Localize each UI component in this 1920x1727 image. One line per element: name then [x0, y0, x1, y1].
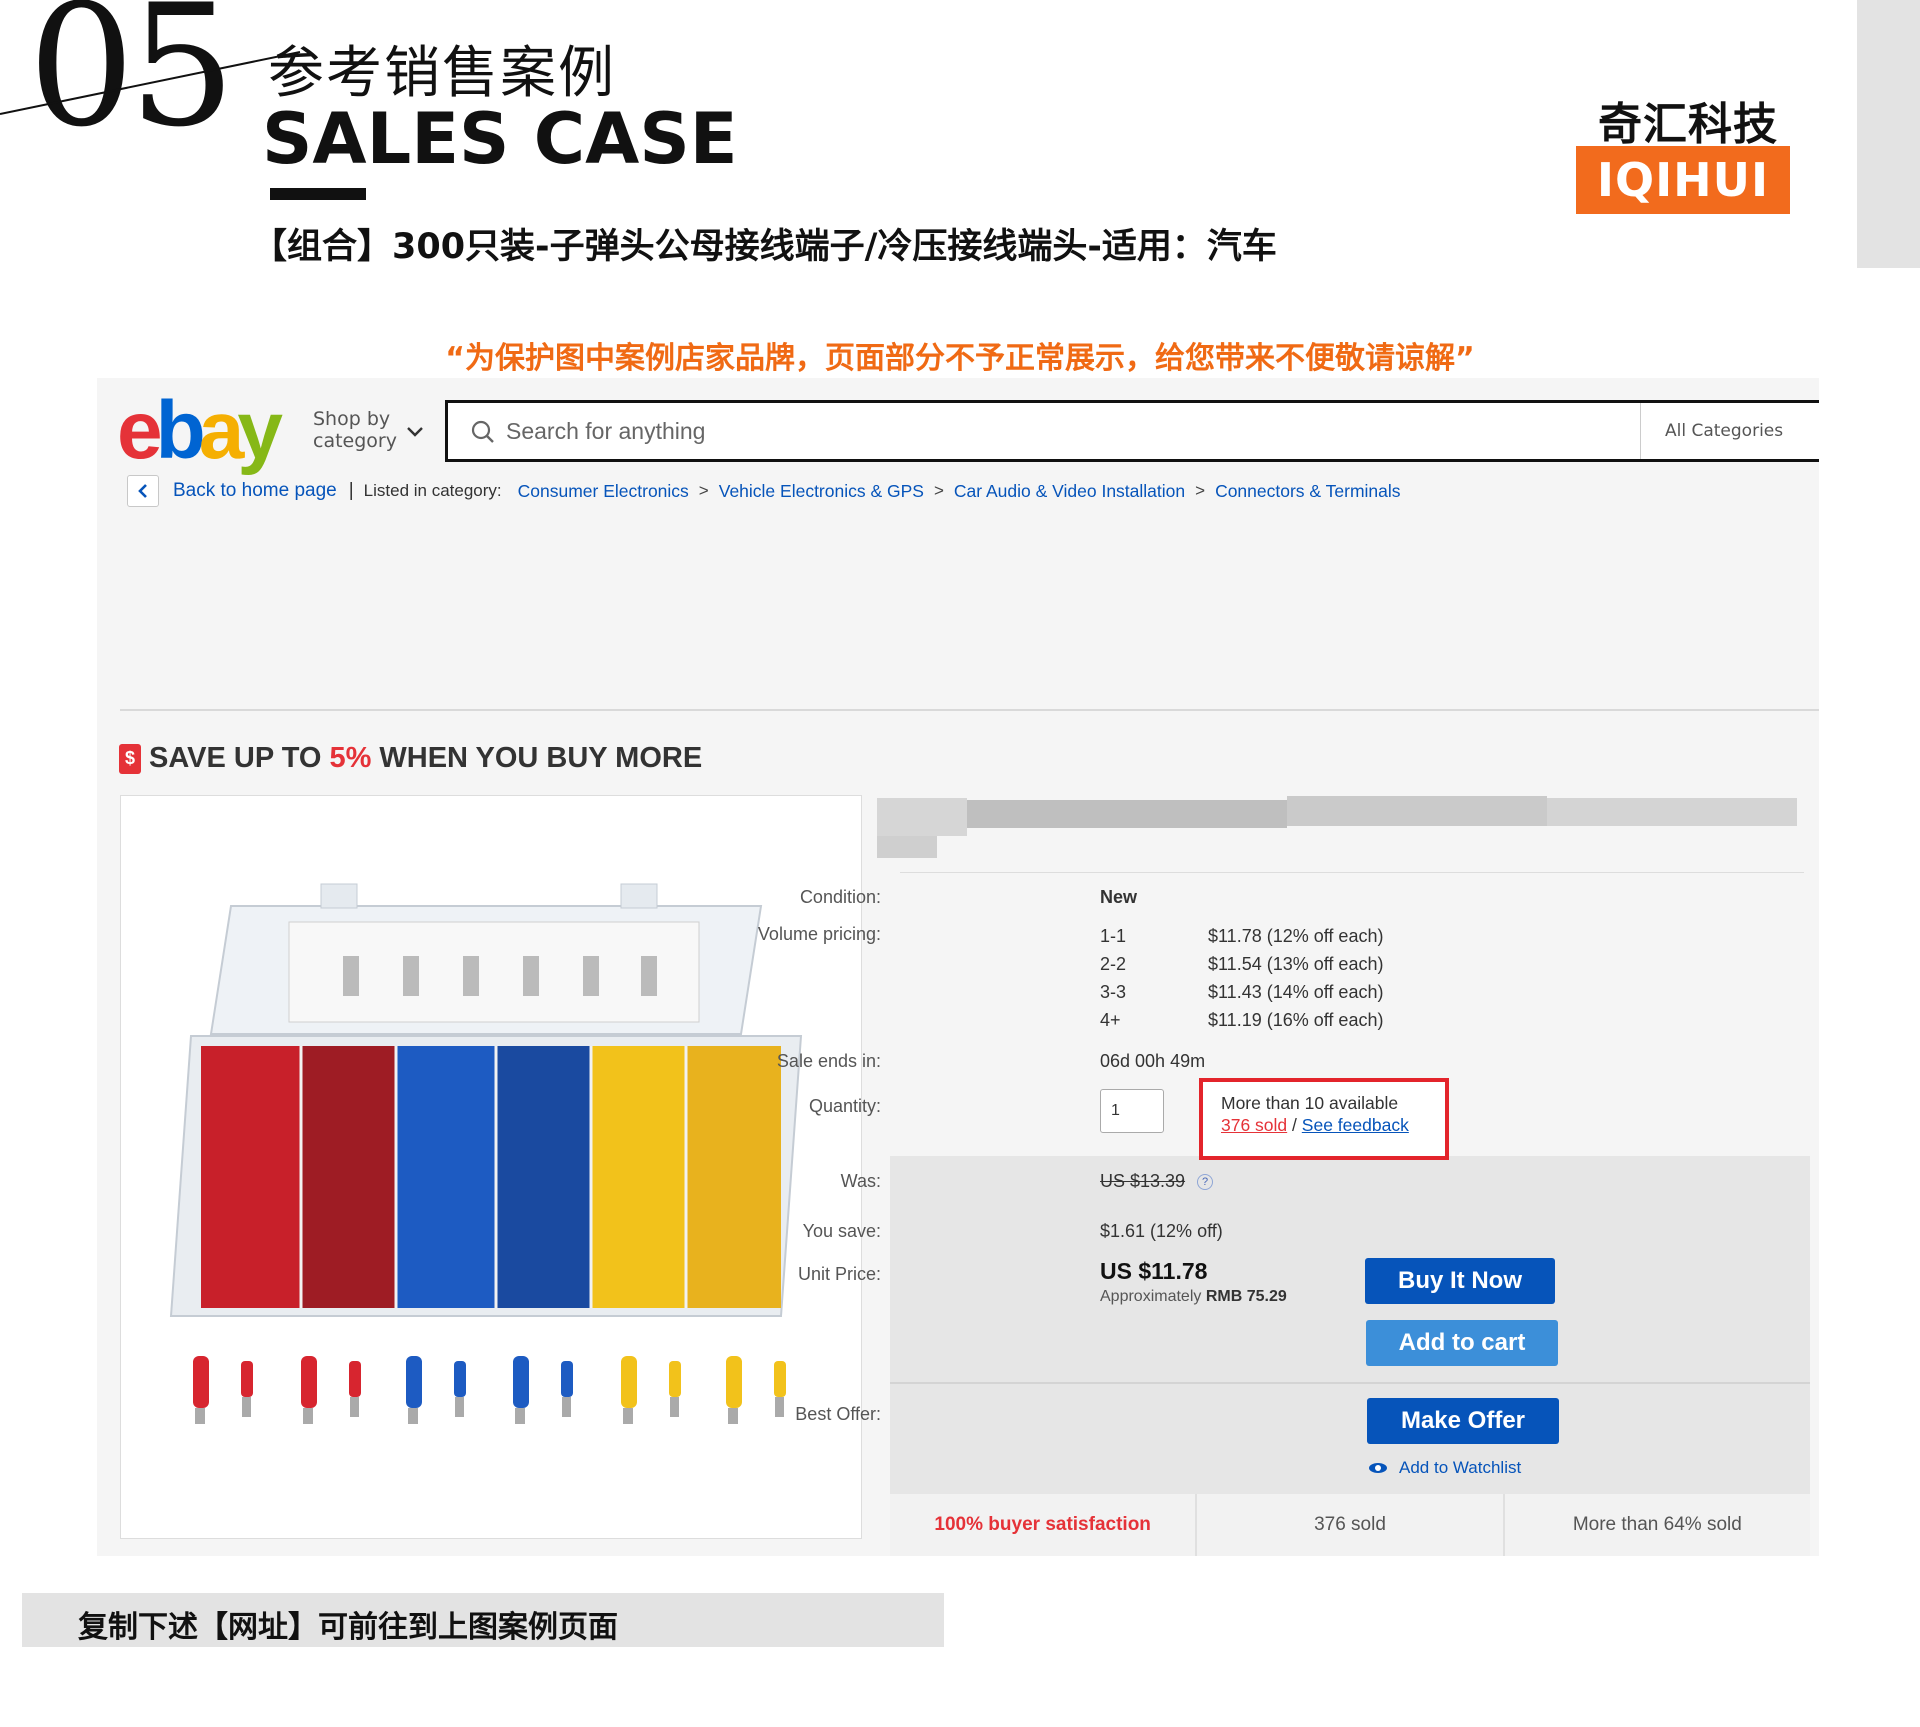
product-title: 【组合】300只装-子弹头公母接线端子/冷压接线端头-适用：汽车: [252, 227, 1277, 267]
listed-in-label: Listed in category:: [363, 481, 502, 500]
sale-ends-value: 06d 00h 49m: [1100, 1051, 1206, 1071]
search-icon: [471, 420, 494, 443]
quantity-input[interactable]: 1: [1100, 1089, 1164, 1133]
category-select[interactable]: All Categories: [1640, 403, 1819, 459]
sale-ends-label: Sale ends in:: [776, 1051, 881, 1071]
divider: [900, 872, 1804, 873]
divider: [890, 1382, 1810, 1384]
see-feedback-link[interactable]: See feedback: [1302, 1115, 1409, 1135]
copy-url-instruction: 复制下述【网址】可前往到上图案例页面: [78, 1610, 618, 1645]
sold-count-link[interactable]: 376 sold: [1221, 1115, 1287, 1135]
you-save-value: $1.61 (12% off): [1100, 1221, 1223, 1241]
volume-row: 1-1 $11.78 (12% off each): [1100, 926, 1384, 946]
converted-price: Approximately RMB 75.29: [1100, 1288, 1287, 1305]
eye-icon: [1369, 1463, 1387, 1473]
seller-stats: 100% buyer satisfaction 376 sold More th…: [890, 1494, 1810, 1556]
divider: [120, 709, 1819, 711]
unit-price-label: Unit Price:: [797, 1264, 881, 1284]
back-to-home-link[interactable]: Back to home page: [173, 480, 337, 502]
search-bar: All Categories: [445, 400, 1819, 462]
unit-price-value: US $11.78: [1100, 1258, 1208, 1284]
percent-sold-stat: More than 64% sold: [1572, 1514, 1742, 1535]
breadcrumb-link[interactable]: Consumer Electronics: [518, 481, 689, 502]
breadcrumb-link[interactable]: Car Audio & Video Installation: [954, 481, 1185, 502]
section-title-cn: 参考销售案例: [268, 41, 616, 106]
breadcrumb-link[interactable]: Connectors & Terminals: [1215, 481, 1400, 502]
side-decoration: [1857, 0, 1920, 268]
price-tag-icon: $: [119, 743, 141, 774]
best-offer-label: Best Offer:: [795, 1404, 881, 1424]
breadcrumb-arrow: >: [933, 481, 944, 500]
buy-it-now-button[interactable]: Buy It Now: [1365, 1258, 1555, 1304]
add-to-watchlist-link[interactable]: Add to Watchlist: [1369, 1458, 1521, 1478]
ebay-listing-screenshot: ebay Shop by category All Categories Bac…: [97, 378, 1819, 1556]
brand-logo-badge: IQIHUI: [1576, 146, 1790, 214]
ebay-logo[interactable]: ebay: [117, 390, 283, 472]
shop-by-category[interactable]: Shop by category: [313, 408, 397, 452]
make-offer-button[interactable]: Make Offer: [1367, 1398, 1559, 1444]
sold-count-stat: 376 sold: [1197, 1494, 1505, 1556]
condition-value: New: [1100, 887, 1138, 907]
was-label: Was:: [840, 1171, 881, 1191]
availability-highlight: More than 10 available 376 sold / See fe…: [1199, 1078, 1449, 1160]
title-underline-bar: [270, 188, 366, 200]
was-price: US $13.39?: [1100, 1171, 1214, 1192]
breadcrumb-link[interactable]: Vehicle Electronics & GPS: [719, 481, 924, 502]
breadcrumb-arrow: >: [1195, 481, 1206, 500]
volume-discount-banner: $ SAVE UP TO 5% WHEN YOU BUY MORE: [119, 742, 702, 775]
section-title-en: SALES CASE: [262, 98, 738, 180]
separator: |: [348, 480, 354, 501]
search-input[interactable]: [506, 403, 1406, 459]
breadcrumb-arrow: >: [698, 481, 709, 500]
add-to-cart-button[interactable]: Add to cart: [1366, 1320, 1558, 1366]
brand-name-cn: 奇汇科技: [1598, 99, 1778, 150]
you-save-label: You save:: [802, 1221, 881, 1241]
breadcrumb: Back to home page | Listed in category: …: [127, 474, 1401, 508]
buyer-satisfaction-stat: 100% buyer satisfaction: [890, 1494, 1198, 1556]
masked-listing-title: [877, 780, 1813, 858]
quantity-label: Quantity:: [808, 1096, 881, 1116]
volume-row: 3-3 $11.43 (14% off each): [1100, 982, 1384, 1002]
chevron-down-icon[interactable]: [405, 420, 425, 445]
volume-row: 2-2 $11.54 (13% off each): [1100, 954, 1384, 974]
help-icon[interactable]: ?: [1197, 1174, 1214, 1191]
volume-row: 4+ $11.19 (16% off each): [1100, 1010, 1384, 1030]
back-arrow-icon[interactable]: [127, 475, 159, 507]
condition-label: Condition:: [799, 887, 881, 907]
privacy-notice: “为保护图中案例店家品牌，页面部分不予正常展示，给您带来不便敬请谅解”: [445, 341, 1475, 376]
volume-pricing-label: Volume pricing:: [757, 924, 881, 944]
